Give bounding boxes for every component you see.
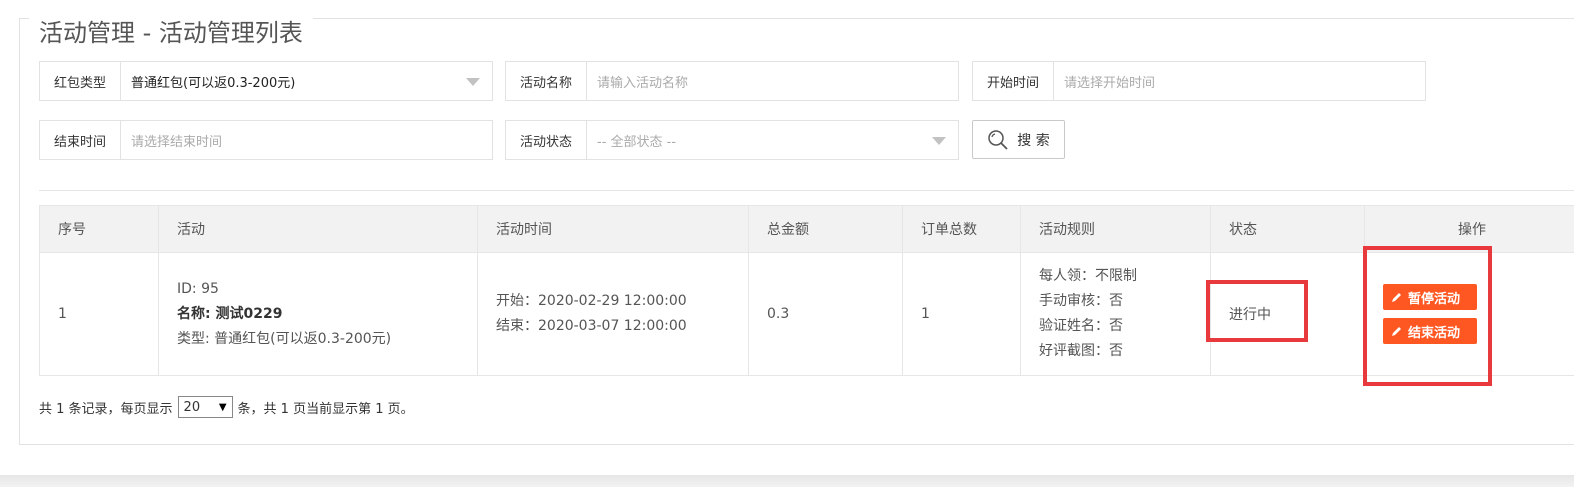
activity-name: 名称: 测试0229 — [177, 302, 459, 327]
activity-name-value: 测试0229 — [215, 305, 283, 322]
activity-type: 类型: 普通红包(可以返0.3-200元) — [177, 330, 392, 347]
header-activity: 活动 — [158, 205, 478, 253]
start-time-field[interactable]: 开始时间 请选择开始时间 — [972, 61, 1426, 101]
start-time-label: 开始时间 — [973, 62, 1054, 100]
page-bottom-edge — [0, 475, 1574, 487]
time-start: 开始：2020-02-29 12:00:00 — [496, 293, 687, 309]
search-button[interactable]: 搜 索 — [972, 120, 1065, 159]
chevron-down-icon — [932, 137, 946, 145]
red-type-select[interactable]: 红包类型 普通红包(可以返0.3-200元) — [39, 61, 493, 101]
activity-name-input[interactable]: 请输入活动名称 — [587, 62, 958, 100]
table-header-row: 序号 活动 活动时间 总金额 订单总数 活动规则 状态 操作 — [39, 205, 1574, 253]
page-title: 活动管理 - 活动管理列表 — [29, 16, 313, 50]
red-type-value: 普通红包(可以返0.3-200元) — [131, 75, 296, 91]
end-time-field[interactable]: 结束时间 请选择结束时间 — [39, 120, 493, 160]
search-icon — [988, 129, 1008, 150]
page-size-value: 20 — [183, 399, 201, 415]
status-highlight-box — [1206, 280, 1308, 342]
rule-verify-name: 验证姓名：否 — [1039, 318, 1123, 334]
rule-per-person: 每人领：不限制 — [1039, 268, 1137, 284]
rule-review-screenshot: 好评截图：否 — [1039, 343, 1123, 359]
chevron-down-icon: ▼ — [218, 401, 227, 413]
actions-highlight-box — [1363, 246, 1492, 386]
header-index: 序号 — [39, 205, 159, 253]
chevron-down-icon — [466, 78, 480, 86]
header-amount: 总金额 — [748, 205, 903, 253]
header-status: 状态 — [1210, 205, 1365, 253]
header-time: 活动时间 — [477, 205, 749, 253]
start-time-input[interactable]: 请选择开始时间 — [1054, 62, 1425, 100]
rule-manual-review: 手动审核：否 — [1039, 293, 1123, 309]
time-end: 结束：2020-03-07 12:00:00 — [496, 318, 687, 334]
status-select[interactable]: 活动状态 -- 全部状态 -- — [505, 120, 959, 160]
end-time-label: 结束时间 — [40, 121, 121, 159]
page-size-select[interactable]: 20 ▼ — [177, 396, 233, 418]
divider — [39, 190, 1574, 191]
cell-amount: 0.3 — [748, 252, 903, 376]
end-time-input[interactable]: 请选择结束时间 — [121, 121, 492, 159]
header-orders: 订单总数 — [902, 205, 1021, 253]
activity-name-label: 名称: — [177, 305, 216, 322]
activity-table: 序号 活动 活动时间 总金额 订单总数 活动规则 状态 操作 1 ID: 95 … — [39, 205, 1574, 376]
pager-suffix: 条，共 1 页当前显示第 1 页。 — [237, 401, 414, 417]
cell-rules: 每人领：不限制 手动审核：否 验证姓名：否 好评截图：否 — [1020, 252, 1211, 376]
status-label: 活动状态 — [506, 121, 587, 159]
search-button-label: 搜 索 — [1017, 132, 1050, 149]
cell-time: 开始：2020-02-29 12:00:00 结束：2020-03-07 12:… — [477, 252, 749, 376]
pager-prefix: 共 1 条记录，每页显示 — [39, 401, 173, 417]
pager: 共 1 条记录，每页显示 20 ▼ 条，共 1 页当前显示第 1 页。 — [39, 396, 414, 418]
cell-activity: ID: 95 名称: 测试0229 类型: 普通红包(可以返0.3-200元) — [158, 252, 478, 376]
activity-id: ID: 95 — [177, 280, 219, 297]
table-row: 1 ID: 95 名称: 测试0229 类型: 普通红包(可以返0.3-200元… — [39, 252, 1574, 376]
activity-name-field[interactable]: 活动名称 请输入活动名称 — [505, 61, 959, 101]
red-type-label: 红包类型 — [40, 62, 121, 100]
status-value: -- 全部状态 -- — [597, 134, 677, 150]
activity-name-label: 活动名称 — [506, 62, 587, 100]
cell-orders: 1 — [902, 252, 1021, 376]
page: 活动管理 - 活动管理列表 红包类型 普通红包(可以返0.3-200元) 活动名… — [0, 0, 1574, 487]
header-rules: 活动规则 — [1020, 205, 1211, 253]
cell-index: 1 — [39, 252, 159, 376]
